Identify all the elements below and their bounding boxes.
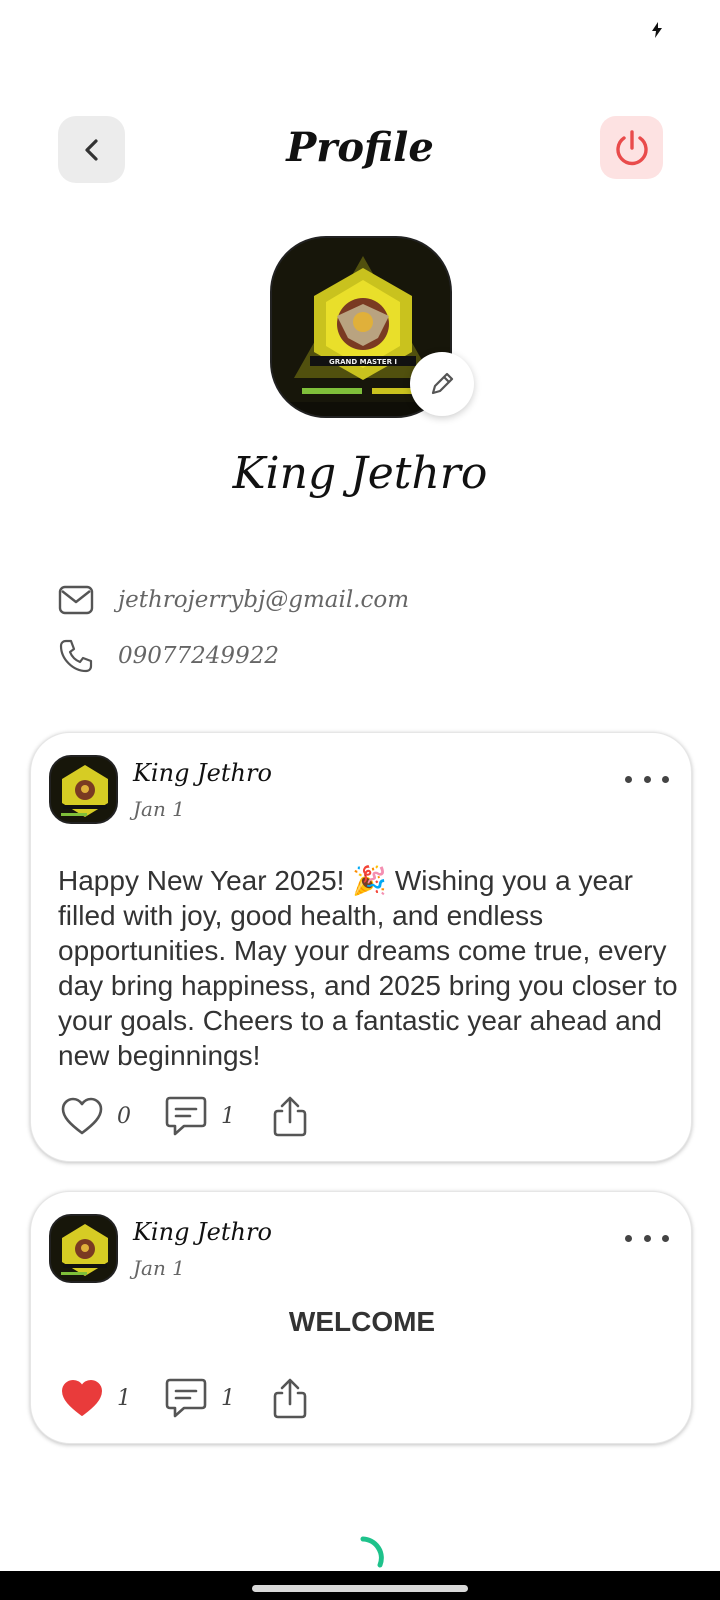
logout-button[interactable] bbox=[600, 116, 663, 179]
power-icon bbox=[615, 129, 648, 165]
post-date: Jan 1 bbox=[133, 797, 185, 821]
comment-button[interactable] bbox=[163, 1375, 209, 1421]
post-body: Happy New Year 2025! 🎉 Wishing you a yea… bbox=[58, 865, 678, 1071]
profile-name: King Jethro bbox=[232, 448, 488, 499]
edit-avatar-button[interactable] bbox=[410, 352, 474, 416]
dot bbox=[625, 1234, 632, 1242]
dot bbox=[662, 1234, 669, 1242]
comment-count: 1 bbox=[221, 1103, 235, 1129]
share-button[interactable] bbox=[267, 1375, 313, 1421]
phone-text: 09077249922 bbox=[118, 643, 279, 669]
avatar-caption: GRAND MASTER I bbox=[329, 358, 397, 366]
dot bbox=[643, 1234, 651, 1242]
home-indicator[interactable] bbox=[252, 1585, 468, 1592]
bolt-icon bbox=[652, 22, 662, 43]
heart-outline-icon bbox=[61, 1097, 103, 1135]
comment-button[interactable] bbox=[163, 1093, 209, 1139]
like-button[interactable] bbox=[59, 1093, 105, 1139]
comment-icon bbox=[165, 1378, 207, 1418]
like-count: 1 bbox=[117, 1385, 131, 1411]
email-text: jethrojerrybj@gmail.com bbox=[118, 587, 410, 613]
phone-row: 09077249922 bbox=[58, 636, 279, 676]
avatar[interactable] bbox=[49, 1214, 118, 1283]
share-button[interactable] bbox=[267, 1093, 313, 1139]
dot bbox=[643, 775, 651, 783]
dot bbox=[662, 775, 669, 783]
more-options-button[interactable] bbox=[625, 1226, 669, 1250]
like-button[interactable] bbox=[59, 1375, 105, 1421]
post-actions: 0 1 bbox=[59, 1093, 313, 1139]
share-icon bbox=[273, 1378, 307, 1419]
post-card: King Jethro Jan 1 Happy New Year 2025! 🎉… bbox=[30, 732, 692, 1162]
share-icon bbox=[273, 1096, 307, 1137]
status-bar bbox=[0, 0, 720, 60]
post-date: Jan 1 bbox=[133, 1256, 185, 1280]
comment-count: 1 bbox=[221, 1385, 235, 1411]
heart-filled-icon bbox=[62, 1380, 102, 1416]
header: Profile bbox=[0, 116, 720, 186]
comment-icon bbox=[165, 1096, 207, 1136]
post-body: WELCOME bbox=[288, 1306, 436, 1337]
dot bbox=[625, 775, 632, 783]
post-actions: 1 1 bbox=[59, 1375, 313, 1421]
pencil-icon bbox=[431, 372, 454, 395]
profile-avatar-container: GRAND MASTER I bbox=[270, 236, 474, 418]
mail-icon bbox=[58, 585, 94, 615]
phone-icon bbox=[59, 639, 93, 673]
post-card: King Jethro Jan 1 WELCOME 1 1 bbox=[30, 1191, 692, 1444]
post-author: King Jethro bbox=[133, 1218, 272, 1246]
post-author: King Jethro bbox=[133, 759, 272, 787]
avatar[interactable] bbox=[49, 755, 118, 824]
like-count: 0 bbox=[117, 1103, 131, 1129]
more-options-button[interactable] bbox=[625, 767, 669, 791]
email-row: jethrojerrybj@gmail.com bbox=[58, 580, 409, 620]
